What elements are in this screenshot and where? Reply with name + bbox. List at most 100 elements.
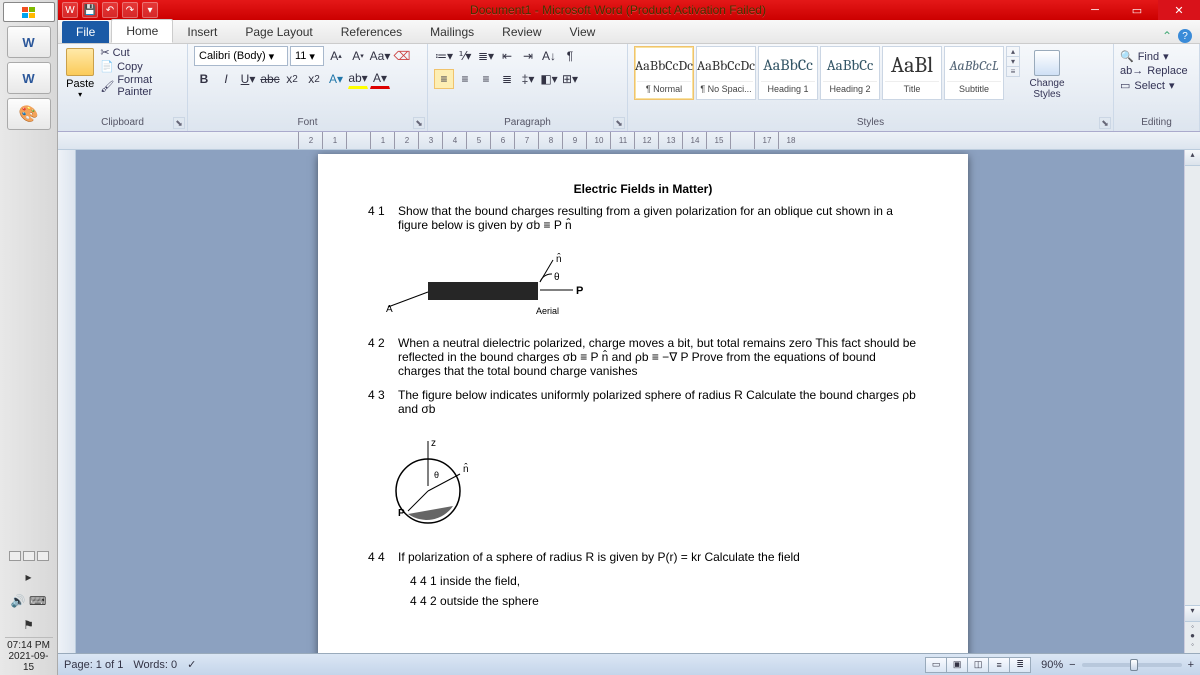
strikethrough-button[interactable]: abc xyxy=(260,69,280,89)
styles-gallery-scroll[interactable]: ▴▾≡ xyxy=(1006,46,1020,76)
qat-word-icon[interactable]: W xyxy=(62,2,78,18)
italic-button[interactable]: I xyxy=(216,69,236,89)
text-effects-button[interactable]: A▾ xyxy=(326,69,346,89)
scroll-down-icon[interactable]: ▾ xyxy=(1185,605,1200,621)
status-proof-icon[interactable]: ✓ xyxy=(187,658,196,671)
align-left-button[interactable]: ≡ xyxy=(434,69,454,89)
highlight-button[interactable]: ab▾ xyxy=(348,69,368,89)
style-normal[interactable]: AaBbCcDc¶ Normal xyxy=(634,46,694,100)
tab-references[interactable]: References xyxy=(327,21,416,43)
show-desktop[interactable]: ▸ xyxy=(7,565,51,589)
clear-formatting-button[interactable]: ⌫ xyxy=(392,46,412,66)
scroll-up-icon[interactable]: ▴ xyxy=(1185,150,1200,166)
style-subtitle[interactable]: AaBbCcLSubtitle xyxy=(944,46,1004,100)
shrink-font-button[interactable]: A▾ xyxy=(348,46,368,66)
font-launcher[interactable]: ⬊ xyxy=(413,117,425,129)
style-heading1[interactable]: AaBbCcHeading 1 xyxy=(758,46,818,100)
minimize-button[interactable]: ─ xyxy=(1074,0,1116,20)
tray-clock[interactable]: 07:14 PM 2021-09-15 xyxy=(5,637,53,675)
view-outline[interactable]: ≡ xyxy=(988,657,1010,673)
tab-view[interactable]: View xyxy=(556,21,610,43)
copy-button[interactable]: 📄 Copy xyxy=(100,60,181,73)
taskbar-word2-icon[interactable]: W xyxy=(7,62,51,94)
ribbon-minimize-icon[interactable]: ⌃ xyxy=(1162,29,1172,43)
cut-button[interactable]: ✂ Cut xyxy=(100,46,181,59)
prev-page-icon[interactable]: ◦ xyxy=(1185,622,1200,631)
font-size-select[interactable]: 11 ▾ xyxy=(290,46,324,66)
bold-button[interactable]: B xyxy=(194,69,214,89)
zoom-slider[interactable] xyxy=(1082,663,1182,667)
outdent-button[interactable]: ⇤ xyxy=(497,46,517,66)
tab-review[interactable]: Review xyxy=(488,21,555,43)
svg-text:P: P xyxy=(576,285,583,297)
clipboard-launcher[interactable]: ⬊ xyxy=(173,117,185,129)
change-styles-button[interactable]: Change Styles xyxy=(1024,46,1070,100)
justify-button[interactable]: ≣ xyxy=(497,69,517,89)
status-page[interactable]: Page: 1 of 1 xyxy=(64,659,123,671)
styles-launcher[interactable]: ⬊ xyxy=(1099,117,1111,129)
view-print-layout[interactable]: ▭ xyxy=(925,657,947,673)
start-button[interactable] xyxy=(3,2,55,22)
grow-font-button[interactable]: A▴ xyxy=(326,46,346,66)
zoom-out-button[interactable]: − xyxy=(1069,659,1075,671)
view-web-layout[interactable]: ◫ xyxy=(967,657,989,673)
vertical-scrollbar[interactable]: ▴ ▾ ◦ ● ◦ xyxy=(1184,150,1200,653)
editing-label: Editing xyxy=(1120,116,1193,129)
find-button[interactable]: 🔍 Find ▾ xyxy=(1120,50,1193,63)
replace-button[interactable]: ab→ Replace xyxy=(1120,65,1193,77)
taskbar-word-icon[interactable]: W xyxy=(7,26,51,58)
align-center-button[interactable]: ≡ xyxy=(455,69,475,89)
align-right-button[interactable]: ≡ xyxy=(476,69,496,89)
style-title[interactable]: AaBlTitle xyxy=(882,46,942,100)
tab-home[interactable]: Home xyxy=(111,19,173,43)
show-marks-button[interactable]: ¶ xyxy=(560,46,580,66)
change-case-button[interactable]: Aa▾ xyxy=(370,46,390,66)
qat-customize-icon[interactable]: ▾ xyxy=(142,2,158,18)
subscript-button[interactable]: x2 xyxy=(282,69,302,89)
zoom-level[interactable]: 90% xyxy=(1041,659,1063,671)
tab-file[interactable]: File xyxy=(62,21,109,43)
style-heading2[interactable]: AaBbCcHeading 2 xyxy=(820,46,880,100)
multilevel-button[interactable]: ≣▾ xyxy=(476,46,496,66)
change-styles-icon xyxy=(1034,50,1060,76)
tray-action-icon[interactable]: ⚑ xyxy=(7,613,51,637)
vertical-ruler[interactable] xyxy=(58,150,76,653)
maximize-button[interactable]: ▭ xyxy=(1116,0,1158,20)
document-page[interactable]: Electric Fields in Matter) 4 1Show that … xyxy=(318,154,968,653)
select-button[interactable]: ▭ Select ▾ xyxy=(1120,79,1193,92)
tab-insert[interactable]: Insert xyxy=(173,21,231,43)
sort-button[interactable]: A↓ xyxy=(539,46,559,66)
borders-button[interactable]: ⊞▾ xyxy=(560,69,580,89)
bullets-button[interactable]: ≔▾ xyxy=(434,46,454,66)
horizontal-ruler[interactable]: 211234567891011121314151718 xyxy=(58,132,1200,150)
tray-volume-icon[interactable]: 🔊 ⌨ xyxy=(7,589,51,613)
pager[interactable] xyxy=(9,551,49,561)
browse-object-icon[interactable]: ● xyxy=(1185,631,1200,640)
underline-button[interactable]: U▾ xyxy=(238,69,258,89)
taskbar-paint-icon[interactable]: 🎨 xyxy=(7,98,51,130)
indent-button[interactable]: ⇥ xyxy=(518,46,538,66)
font-name-select[interactable]: Calibri (Body) ▾ xyxy=(194,46,288,66)
style-nospacing[interactable]: AaBbCcDc¶ No Spaci... xyxy=(696,46,756,100)
shading-button[interactable]: ◧▾ xyxy=(539,69,559,89)
font-color-button[interactable]: A▾ xyxy=(370,69,390,89)
status-words[interactable]: Words: 0 xyxy=(133,659,177,671)
zoom-in-button[interactable]: + xyxy=(1188,659,1194,671)
tab-page-layout[interactable]: Page Layout xyxy=(231,21,326,43)
format-painter-button[interactable]: 🖌 Format Painter xyxy=(100,74,181,98)
qat-undo-icon[interactable]: ↶ xyxy=(102,2,118,18)
view-draft[interactable]: ≣ xyxy=(1009,657,1031,673)
doc-heading: Electric Fields in Matter) xyxy=(368,182,918,196)
paragraph-launcher[interactable]: ⬊ xyxy=(613,117,625,129)
tab-mailings[interactable]: Mailings xyxy=(416,21,488,43)
view-full-screen[interactable]: ▣ xyxy=(946,657,968,673)
superscript-button[interactable]: x2 xyxy=(304,69,324,89)
qat-save-icon[interactable]: 💾 xyxy=(82,2,98,18)
next-page-icon[interactable]: ◦ xyxy=(1185,640,1200,649)
qat-redo-icon[interactable]: ↷ xyxy=(122,2,138,18)
close-button[interactable]: ✕ xyxy=(1158,0,1200,20)
numbering-button[interactable]: ⅟▾ xyxy=(455,46,475,66)
paste-button[interactable]: Paste ▾ xyxy=(64,46,96,99)
help-icon[interactable]: ? xyxy=(1178,29,1192,43)
line-spacing-button[interactable]: ‡▾ xyxy=(518,69,538,89)
